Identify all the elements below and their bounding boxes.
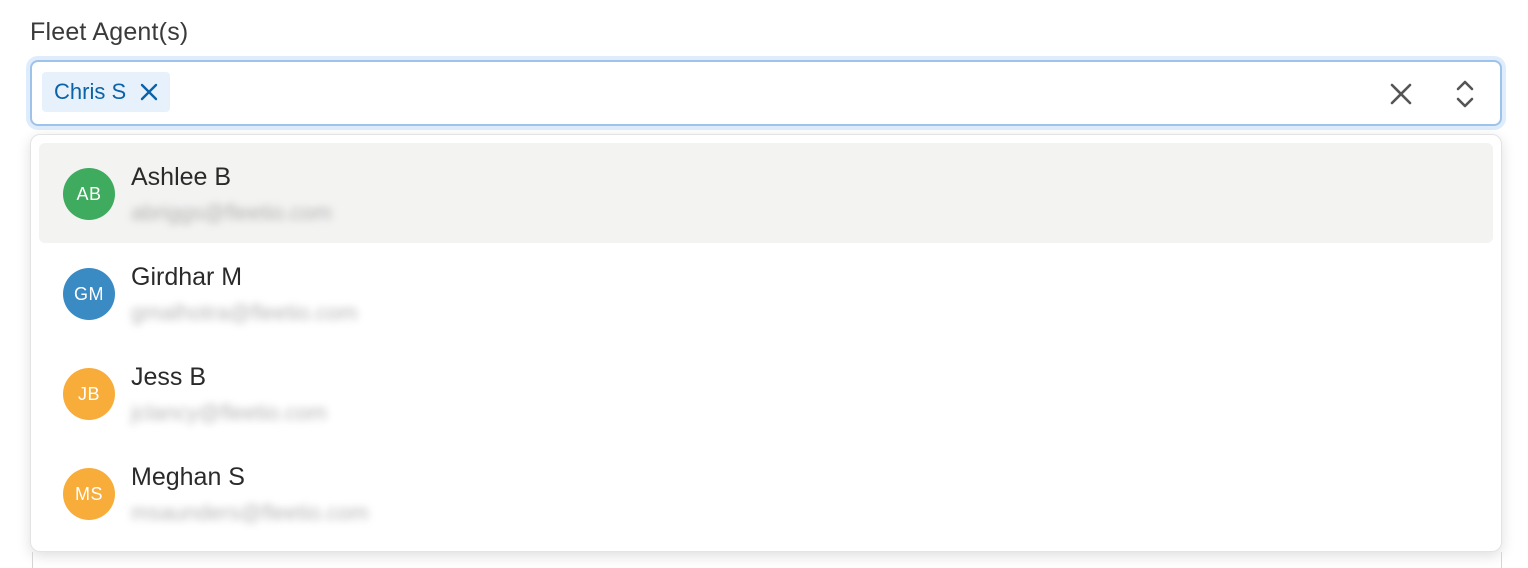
- dropdown-toggle-button[interactable]: [1452, 78, 1478, 110]
- option-item[interactable]: AB Ashlee B abriggs@fleetio.com: [39, 143, 1493, 243]
- fleet-agents-select[interactable]: Chris S: [30, 60, 1502, 126]
- selected-chip: Chris S: [42, 72, 171, 112]
- close-icon: [140, 83, 158, 101]
- option-name: Meghan S: [131, 463, 245, 491]
- option-email: jclancy@fleetio.com: [131, 400, 327, 425]
- underlying-field-edge: [32, 552, 1502, 568]
- option-name: Ashlee B: [131, 163, 232, 191]
- option-item[interactable]: GM Girdhar M gmalhotra@fleetio.com: [39, 243, 1493, 343]
- close-icon: [1390, 83, 1412, 105]
- option-name: Jess B: [131, 363, 207, 391]
- options-menu: AB Ashlee B abriggs@fleetio.com GM Girdh…: [30, 134, 1502, 552]
- option-item[interactable]: MS Meghan S msaunders@fleetio.com: [39, 443, 1493, 543]
- chip-remove-button[interactable]: [140, 83, 158, 101]
- avatar: MS: [63, 468, 115, 520]
- clear-selection-button[interactable]: [1388, 81, 1414, 107]
- field-label: Fleet Agent(s): [30, 18, 189, 46]
- avatar: GM: [63, 268, 115, 320]
- option-email: abriggs@fleetio.com: [131, 200, 332, 225]
- option-email: gmalhotra@fleetio.com: [131, 300, 358, 325]
- chevron-up-down-icon: [1456, 80, 1474, 108]
- chip-label: Chris S: [54, 79, 127, 104]
- avatar: AB: [63, 168, 115, 220]
- option-email: msaunders@fleetio.com: [131, 500, 369, 525]
- option-item[interactable]: JB Jess B jclancy@fleetio.com: [39, 343, 1493, 443]
- option-name: Girdhar M: [131, 263, 243, 291]
- avatar: JB: [63, 368, 115, 420]
